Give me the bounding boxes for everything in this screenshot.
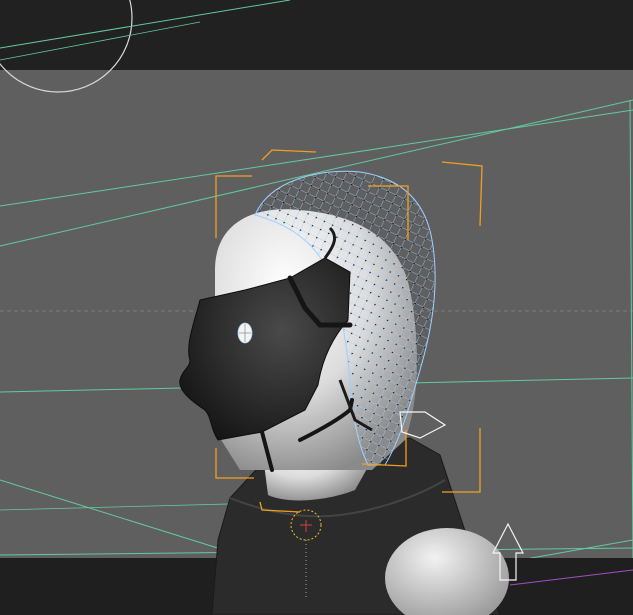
3d-viewport[interactable] (0, 0, 633, 615)
scene-line (0, 479, 241, 556)
scene-line-purple (509, 569, 633, 586)
scene-line (0, 0, 291, 49)
scene-line (528, 539, 633, 558)
orbit-circle-icon[interactable] (0, 0, 133, 93)
scene-line (0, 21, 201, 61)
scene-svg[interactable] (0, 0, 633, 615)
